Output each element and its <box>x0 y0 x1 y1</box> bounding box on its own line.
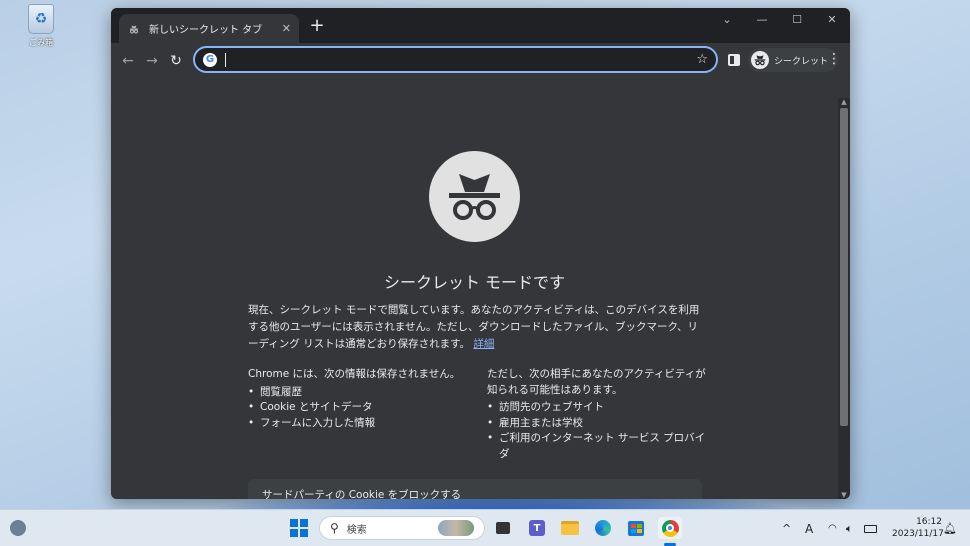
teams-icon[interactable]: T <box>525 517 549 539</box>
page-scrollbar[interactable]: ▲ ▼ <box>838 98 850 499</box>
close-window-button[interactable]: ✕ <box>815 8 849 30</box>
cookie-card-title: サードパーティの Cookie をブロックする <box>262 489 462 499</box>
search-icon: ⚲ <box>330 521 339 535</box>
forward-button[interactable]: → <box>140 49 164 73</box>
may-be-visible-section: ただし、次の相手にあなたのアクティビティが知られる可能性はあります。 訪問先のウ… <box>487 367 707 462</box>
scroll-up-icon[interactable]: ▲ <box>838 98 850 106</box>
third-party-cookie-card: サードパーティの Cookie をブロックする <box>248 479 702 499</box>
task-view-icon[interactable] <box>491 517 515 539</box>
scrollbar-thumb[interactable] <box>840 108 848 426</box>
tab-search-icon[interactable]: ⌄ <box>710 8 744 30</box>
scroll-down-icon[interactable]: ▼ <box>838 491 850 499</box>
page-title: シークレット モードです <box>383 273 566 292</box>
back-button[interactable]: ← <box>116 49 140 73</box>
ime-font-icon[interactable]: A <box>805 510 813 546</box>
windows-logo-icon <box>290 519 308 537</box>
tab-title: 新しいシークレット タブ <box>149 25 263 36</box>
list-item: ご利用のインターネット サービス プロバイダ <box>487 431 707 462</box>
not-saved-title: Chrome には、次の情報は保存されません。 <box>248 368 461 380</box>
edge-icon[interactable] <box>591 517 615 539</box>
clock-time: 16:12 <box>916 517 942 527</box>
incognito-hero-icon <box>429 151 520 242</box>
new-tab-button[interactable]: + <box>307 17 327 35</box>
clock[interactable]: 16:12 2023/11/17 <box>892 516 944 540</box>
incognito-avatar-icon <box>751 51 769 69</box>
chrome-icon[interactable] <box>658 517 682 539</box>
widgets-icon[interactable] <box>10 520 26 536</box>
recycle-bin-shortcut[interactable]: ♻ ごみ箱 <box>22 4 60 48</box>
search-placeholder: 検索 <box>346 524 367 536</box>
recycle-bin-icon: ♻ <box>28 4 54 34</box>
learn-more-link[interactable]: 詳細 <box>473 338 494 350</box>
battery-icon[interactable] <box>864 510 877 546</box>
intro-text: 現在、シークレット モードで閲覧しています。あなたのアクティビティは、このデバイ… <box>248 302 703 353</box>
clock-date: 2023/11/17 <box>892 529 944 539</box>
bookmark-star-icon[interactable]: ☆ <box>696 52 708 67</box>
incognito-page: シークレット モードです 現在、シークレット モードで閲覧しています。あなたのア… <box>111 98 838 499</box>
menu-icon[interactable]: ⋮ <box>827 52 841 66</box>
wifi-icon[interactable]: ◠ <box>828 510 837 546</box>
taskbar-search[interactable]: ⚲ 検索 <box>319 516 485 540</box>
title-bar: 新しいシークレット タブ ✕ + ⌄ — ☐ ✕ <box>111 8 850 43</box>
not-saved-section: Chrome には、次の情報は保存されません。 閲覧履歴 Cookie とサイト… <box>248 367 468 431</box>
list-item: Cookie とサイトデータ <box>248 400 468 416</box>
browser-window: 新しいシークレット タブ ✕ + ⌄ — ☐ ✕ ← → ↻ G ☆ シークレッ… <box>111 8 850 499</box>
store-icon[interactable] <box>624 517 648 539</box>
google-icon: G <box>203 52 217 67</box>
file-explorer-icon[interactable] <box>558 517 582 539</box>
list-item: 訪問先のウェブサイト <box>487 400 707 416</box>
tray-overflow-icon[interactable]: ^ <box>782 510 791 546</box>
text-caret <box>225 52 226 67</box>
address-bar[interactable]: G ☆ <box>193 46 718 73</box>
minimize-button[interactable]: — <box>745 8 779 30</box>
list-item: 雇用主または学校 <box>487 416 707 432</box>
tab-incognito[interactable]: 新しいシークレット タブ ✕ <box>119 14 299 43</box>
start-button[interactable] <box>287 517 311 539</box>
taskbar: ⚲ 検索 T ^ A ◠ 🔈︎ 16:12 2023/11/17 🔔︎ <box>0 509 970 546</box>
incognito-tab-icon <box>127 22 141 36</box>
recycle-bin-label: ごみ箱 <box>29 38 53 47</box>
may-be-visible-title: ただし、次の相手にあなたのアクティビティが知られる可能性はあります。 <box>487 368 706 396</box>
toolbar: ← → ↻ G ☆ シークレット ⋮ <box>111 43 850 79</box>
side-panel-icon[interactable] <box>728 54 740 66</box>
incognito-profile-button[interactable]: シークレット <box>748 48 839 72</box>
list-item: 閲覧履歴 <box>248 385 468 401</box>
list-item: フォームに入力した情報 <box>248 416 468 432</box>
profile-label: シークレット <box>774 56 829 67</box>
volume-icon[interactable]: 🔈︎ <box>846 510 853 546</box>
search-highlight-image <box>438 520 474 536</box>
maximize-button[interactable]: ☐ <box>780 8 814 30</box>
tab-close-icon[interactable]: ✕ <box>282 22 291 35</box>
notification-bell-icon[interactable]: 🔔︎ <box>943 510 957 546</box>
reload-button[interactable]: ↻ <box>164 49 188 73</box>
